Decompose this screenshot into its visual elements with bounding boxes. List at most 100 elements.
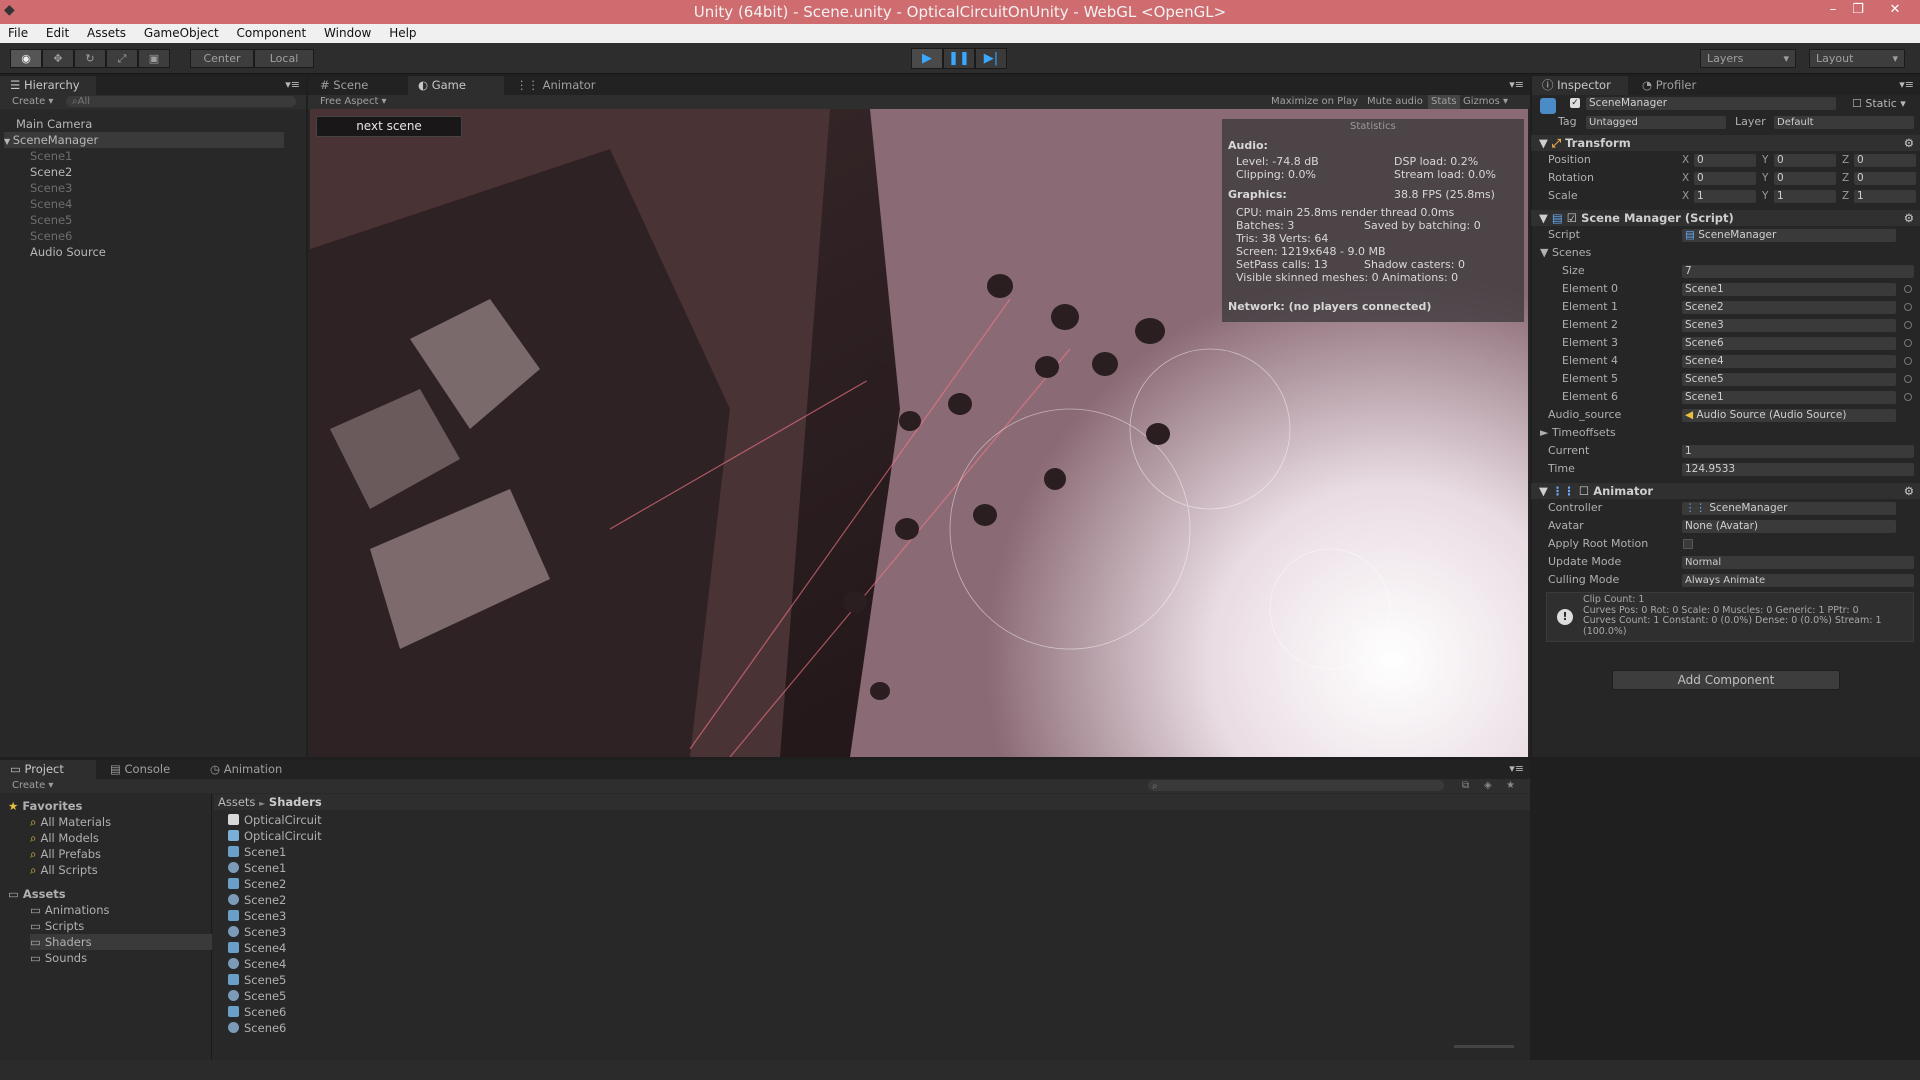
avatar-field[interactable]: None (Avatar) bbox=[1682, 520, 1896, 533]
gizmos-dropdown[interactable]: Gizmos ▾ bbox=[1463, 95, 1508, 109]
stats-toggle[interactable]: Stats bbox=[1428, 95, 1460, 109]
breadcrumb-shaders[interactable]: Shaders bbox=[269, 795, 322, 809]
tab-inspector[interactable]: ⓘ Inspector bbox=[1532, 76, 1628, 95]
hierarchy-item[interactable]: Scene6 bbox=[30, 228, 310, 244]
asset-item[interactable]: Scene3 bbox=[228, 908, 528, 924]
panel-menu-icon[interactable]: ▾≡ bbox=[1899, 78, 1914, 91]
static-toggle[interactable]: ☐ Static ▾ bbox=[1852, 97, 1906, 110]
asset-item[interactable]: Scene4 bbox=[228, 940, 528, 956]
hierarchy-create-dropdown[interactable]: Create ▾ bbox=[12, 95, 53, 109]
tab-project[interactable]: ▭ Project bbox=[0, 760, 96, 779]
rotation-z-field[interactable]: 0 bbox=[1854, 172, 1916, 185]
animator-header[interactable]: ▼ ⋮⋮ ☐ Animator ⚙ bbox=[1531, 483, 1920, 499]
layers-dropdown[interactable]: Layers ▾ bbox=[1700, 49, 1796, 68]
element-field[interactable]: Scene5 bbox=[1682, 373, 1896, 386]
time-field[interactable]: 124.9533 bbox=[1682, 463, 1914, 476]
foldout-arrow-icon[interactable]: ▼ bbox=[4, 137, 13, 146]
hierarchy-item[interactable]: ▼ SceneManager bbox=[4, 132, 284, 148]
size-field[interactable]: 7 bbox=[1682, 265, 1914, 278]
step-button-icon[interactable]: ▶| bbox=[975, 48, 1007, 69]
object-picker-icon[interactable] bbox=[1904, 285, 1912, 293]
folder-item[interactable]: ▭ Sounds bbox=[30, 950, 212, 966]
panel-menu-icon[interactable]: ▾≡ bbox=[1509, 762, 1524, 775]
gear-icon[interactable]: ⚙ bbox=[1904, 210, 1914, 226]
object-picker-icon[interactable] bbox=[1904, 375, 1912, 383]
update-mode-dropdown[interactable]: Normal bbox=[1682, 556, 1914, 569]
tab-animator[interactable]: ⋮⋮ Animator bbox=[506, 76, 602, 95]
scenes-foldout[interactable]: ▼ Scenes bbox=[1540, 246, 1591, 259]
asset-item[interactable]: Scene5 bbox=[228, 972, 528, 988]
element-field[interactable]: Scene6 bbox=[1682, 337, 1896, 350]
layout-dropdown[interactable]: Layout ▾ bbox=[1809, 49, 1905, 68]
rotate-tool-icon[interactable]: ↻ bbox=[74, 49, 106, 68]
asset-item[interactable]: OpticalCircuit bbox=[228, 812, 528, 828]
active-checkbox[interactable]: ✓ bbox=[1570, 98, 1580, 108]
element-field[interactable]: Scene3 bbox=[1682, 319, 1896, 332]
assets-foldout[interactable]: ▭ Assets bbox=[8, 886, 212, 902]
zoom-slider[interactable] bbox=[1454, 1045, 1514, 1048]
view-tool-eye-icon[interactable]: ◉ bbox=[10, 49, 42, 68]
position-y-field[interactable]: 0 bbox=[1774, 154, 1836, 167]
rect-tool-icon[interactable]: ▣ bbox=[138, 49, 170, 68]
minimize-button[interactable]: – bbox=[1820, 2, 1846, 17]
asset-item[interactable]: Scene2 bbox=[228, 892, 528, 908]
asset-item[interactable]: Scene6 bbox=[228, 1020, 528, 1036]
tab-animation[interactable]: ◷ Animation bbox=[200, 760, 296, 779]
asset-item[interactable]: OpticalCircuit bbox=[228, 828, 528, 844]
favorites-foldout[interactable]: ★ Favorites bbox=[8, 798, 212, 814]
hierarchy-item[interactable]: Audio Source bbox=[30, 244, 310, 260]
asset-item[interactable]: Scene5 bbox=[228, 988, 528, 1004]
asset-item[interactable]: Scene6 bbox=[228, 1004, 528, 1020]
menu-help[interactable]: Help bbox=[375, 24, 416, 40]
mute-audio-toggle[interactable]: Mute audio bbox=[1367, 95, 1423, 109]
menu-file[interactable]: File bbox=[0, 24, 28, 40]
add-component-button[interactable]: Add Component bbox=[1612, 670, 1840, 690]
hierarchy-item[interactable]: Scene3 bbox=[30, 180, 310, 196]
tab-profiler[interactable]: ◔ Profiler bbox=[1632, 76, 1728, 95]
layer-dropdown[interactable]: Default bbox=[1774, 116, 1914, 129]
menu-window[interactable]: Window bbox=[310, 24, 371, 40]
controller-field[interactable]: ⋮⋮ SceneManager bbox=[1682, 502, 1896, 515]
element-field[interactable]: Scene1 bbox=[1682, 391, 1896, 404]
play-button-icon[interactable]: ▶ bbox=[911, 48, 943, 69]
rotation-x-field[interactable]: 0 bbox=[1694, 172, 1756, 185]
maximize-button[interactable]: ❐ bbox=[1845, 2, 1871, 17]
object-picker-icon[interactable] bbox=[1904, 339, 1912, 347]
close-button[interactable]: ✕ bbox=[1882, 2, 1908, 17]
current-field[interactable]: 1 bbox=[1682, 445, 1914, 458]
gear-icon[interactable]: ⚙ bbox=[1904, 135, 1914, 151]
favorite-item[interactable]: ⌕ All Models bbox=[30, 830, 212, 846]
asset-item[interactable]: Scene1 bbox=[228, 844, 528, 860]
audio-source-field[interactable]: ◀ Audio Source (Audio Source) bbox=[1682, 409, 1896, 422]
scale-tool-icon[interactable]: ⤢ bbox=[106, 49, 138, 68]
asset-item[interactable]: Scene1 bbox=[228, 860, 528, 876]
object-picker-icon[interactable] bbox=[1904, 303, 1912, 311]
tab-game[interactable]: ◐ Game bbox=[408, 76, 504, 95]
hierarchy-item[interactable]: Scene4 bbox=[30, 196, 310, 212]
folder-item[interactable]: ▭ Scripts bbox=[30, 918, 212, 934]
pivot-local-toggle[interactable]: Local bbox=[254, 49, 314, 68]
tab-console[interactable]: ▤ Console bbox=[100, 760, 196, 779]
panel-menu-icon[interactable]: ▾≡ bbox=[1509, 78, 1524, 91]
element-field[interactable]: Scene1 bbox=[1682, 283, 1896, 296]
pivot-center-toggle[interactable]: Center bbox=[190, 49, 254, 68]
filter-label-icon[interactable]: ◈ bbox=[1484, 779, 1492, 793]
asset-item[interactable]: Scene4 bbox=[228, 956, 528, 972]
menu-gameobject[interactable]: GameObject bbox=[130, 24, 219, 40]
element-field[interactable]: Scene4 bbox=[1682, 355, 1896, 368]
scale-z-field[interactable]: 1 bbox=[1854, 190, 1916, 203]
panel-menu-icon[interactable]: ▾≡ bbox=[285, 78, 300, 91]
hierarchy-search-input[interactable]: ⌕All bbox=[66, 96, 296, 107]
hierarchy-item[interactable]: Main Camera bbox=[8, 116, 288, 132]
favorite-item[interactable]: ⌕ All Prefabs bbox=[30, 846, 212, 862]
folder-item[interactable]: ▭ Shaders bbox=[30, 934, 212, 950]
project-search-input[interactable]: ⌕ bbox=[1148, 780, 1444, 792]
scale-x-field[interactable]: 1 bbox=[1694, 190, 1756, 203]
hierarchy-item[interactable]: Scene5 bbox=[30, 212, 310, 228]
tab-scene[interactable]: # Scene bbox=[310, 76, 406, 95]
object-picker-icon[interactable] bbox=[1904, 393, 1912, 401]
hierarchy-item[interactable]: Scene2 bbox=[30, 164, 310, 180]
tab-hierarchy[interactable]: ☰ Hierarchy bbox=[0, 76, 96, 95]
move-tool-icon[interactable]: ✥ bbox=[42, 49, 74, 68]
tag-dropdown[interactable]: Untagged bbox=[1586, 116, 1726, 129]
